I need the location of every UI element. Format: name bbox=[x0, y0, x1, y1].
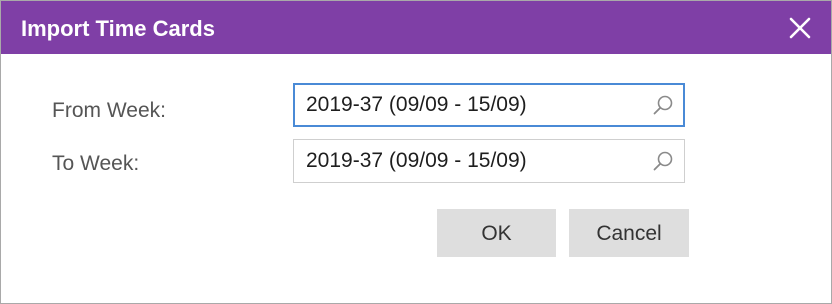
to-week-field[interactable]: 2019-37 (09/09 - 15/09) bbox=[293, 139, 685, 183]
from-week-field[interactable]: 2019-37 (09/09 - 15/09) bbox=[293, 83, 685, 127]
dialog-title: Import Time Cards bbox=[21, 16, 215, 41]
cancel-button[interactable]: Cancel bbox=[569, 209, 689, 257]
dialog-titlebar: Import Time Cards bbox=[1, 1, 831, 54]
import-time-cards-dialog: Import Time Cards From Week: 2019-37 (09… bbox=[0, 0, 832, 304]
from-week-label: From Week: bbox=[52, 99, 166, 122]
search-icon[interactable] bbox=[652, 150, 674, 172]
close-icon[interactable] bbox=[787, 15, 813, 41]
from-week-value[interactable]: 2019-37 (09/09 - 15/09) bbox=[306, 93, 527, 117]
to-week-label: To Week: bbox=[52, 152, 140, 175]
to-week-value[interactable]: 2019-37 (09/09 - 15/09) bbox=[306, 149, 527, 173]
search-icon[interactable] bbox=[652, 94, 674, 116]
ok-button[interactable]: OK bbox=[437, 209, 556, 257]
